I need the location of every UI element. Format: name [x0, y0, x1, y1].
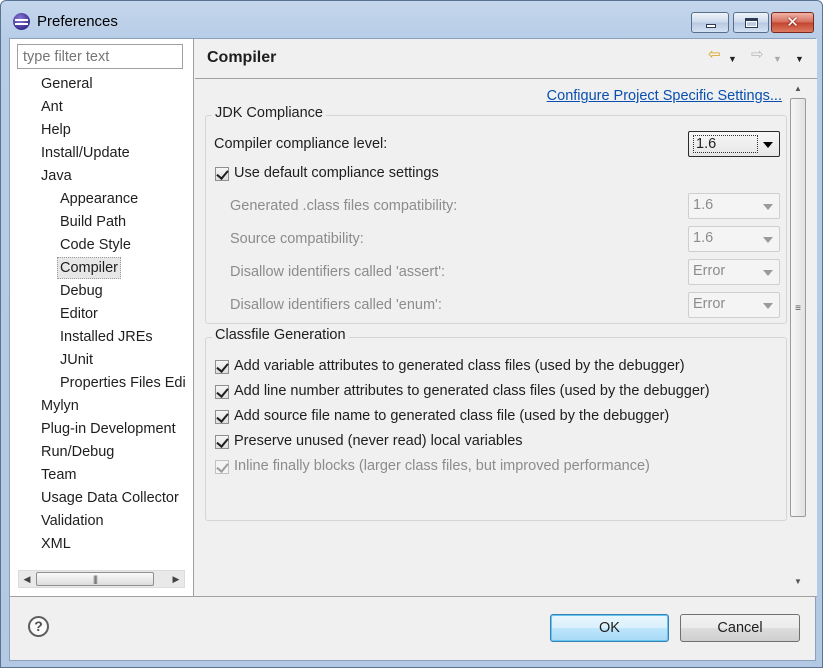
jdk-compliance-group: JDK Compliance Compiler compliance level…	[205, 105, 787, 324]
page-vertical-scrollbar[interactable]: ▲ ≡ ▼	[789, 82, 807, 589]
tree-item-appearance[interactable]: Appearance	[60, 188, 138, 210]
tree-item-mylyn[interactable]: Mylyn	[41, 395, 79, 417]
classfile-option-checkbox[interactable]	[215, 385, 229, 399]
chevron-down-icon	[763, 303, 773, 309]
maximize-icon	[745, 18, 758, 28]
enum-value: Error	[693, 296, 726, 312]
tree-item-java[interactable]: Java	[41, 165, 72, 187]
tree-item-install-update[interactable]: Install/Update	[41, 142, 130, 164]
header-divider	[195, 78, 817, 79]
close-icon: ✕	[786, 14, 799, 31]
classfile-option-checkbox[interactable]	[215, 410, 229, 424]
class-compat-label: Generated .class files compatibility:	[230, 198, 458, 214]
title-bar[interactable]: Preferences ✕	[1, 1, 822, 39]
assert-value: Error	[693, 263, 726, 279]
jdk-compliance-title: JDK Compliance	[212, 105, 326, 121]
scroll-thumb[interactable]: ≡	[790, 98, 806, 517]
forward-history-dropdown-icon[interactable]: ▼	[773, 51, 782, 67]
preference-page: Compiler ⇦ ▼ ⇨ ▼ ▼ Configure Project Spe…	[195, 39, 817, 596]
scroll-down-icon[interactable]: ▼	[789, 575, 807, 589]
enum-select[interactable]: Error	[688, 292, 780, 318]
page-content: Configure Project Specific Settings... J…	[205, 82, 788, 591]
back-arrow-icon[interactable]: ⇦	[708, 47, 721, 63]
view-menu-icon[interactable]: ▼	[795, 51, 804, 67]
scroll-left-icon[interactable]: ◀	[19, 571, 35, 587]
class-compat-select[interactable]: 1.6	[688, 193, 780, 219]
classfile-option-label: Add variable attributes to generated cla…	[234, 358, 685, 374]
source-compat-value: 1.6	[693, 230, 714, 246]
tree-item-code-style[interactable]: Code Style	[60, 234, 131, 256]
scroll-thumb[interactable]: |||	[36, 572, 154, 586]
tree-item-xml[interactable]: XML	[41, 533, 71, 555]
eclipse-icon	[13, 13, 30, 30]
compliance-level-select[interactable]: 1.6	[688, 131, 780, 157]
assert-select[interactable]: Error	[688, 259, 780, 285]
tree-item-plug-in-development[interactable]: Plug-in Development	[41, 418, 176, 440]
dialog-client: GeneralAntHelpInstall/UpdateJavaAppearan…	[9, 38, 817, 661]
tree-item-ant[interactable]: Ant	[41, 96, 63, 118]
classfile-option-label: Add source file name to generated class …	[234, 408, 670, 424]
classfile-generation-title: Classfile Generation	[212, 327, 349, 343]
minimize-icon	[706, 24, 716, 28]
enum-label: Disallow identifiers called 'enum':	[230, 297, 442, 313]
tree-item-properties-files-edi[interactable]: Properties Files Edi	[60, 372, 186, 394]
classfile-option-checkbox[interactable]	[215, 360, 229, 374]
tree-item-compiler[interactable]: Compiler	[57, 257, 122, 279]
tree-item-usage-data-collector[interactable]: Usage Data Collector	[41, 487, 179, 509]
filter-input[interactable]	[17, 44, 183, 69]
tree-item-general[interactable]: General	[41, 73, 93, 95]
button-bar-divider	[10, 596, 817, 597]
tree-item-team[interactable]: Team	[41, 464, 76, 486]
preference-tree: General Ant Help Install/Update Java Appearan…	[10, 73, 193, 570]
chevron-down-icon	[763, 237, 773, 243]
minimize-button[interactable]	[691, 12, 729, 33]
forward-arrow-icon[interactable]: ⇨	[751, 47, 764, 63]
chevron-down-icon	[763, 204, 773, 210]
classfile-option-checkbox[interactable]	[215, 435, 229, 449]
class-compat-value: 1.6	[693, 197, 714, 213]
source-compat-select[interactable]: 1.6	[688, 226, 780, 252]
preferences-window: Preferences ✕ GeneralAntHelpInstall/Upda…	[0, 0, 823, 668]
tree-horizontal-scrollbar[interactable]: ◀ ||| ▶	[18, 570, 185, 588]
help-icon[interactable]: ?	[28, 616, 49, 637]
cancel-button[interactable]: Cancel	[680, 614, 800, 642]
tree-item-editor[interactable]: Editor	[60, 303, 98, 325]
compliance-level-value: 1.6	[693, 135, 758, 153]
tree-item-junit[interactable]: JUnit	[60, 349, 93, 371]
scroll-up-icon[interactable]: ▲	[789, 82, 807, 96]
tree-item-run-debug[interactable]: Run/Debug	[41, 441, 114, 463]
ok-button[interactable]: OK	[550, 614, 669, 642]
tree-item-validation[interactable]: Validation	[41, 510, 104, 532]
chevron-down-icon	[763, 270, 773, 276]
preference-tree-pane: GeneralAntHelpInstall/UpdateJavaAppearan…	[10, 39, 194, 596]
chevron-down-icon	[763, 142, 773, 148]
configure-project-settings-link[interactable]: Configure Project Specific Settings...	[547, 88, 782, 104]
classfile-option-checkbox[interactable]	[215, 460, 229, 474]
classfile-option-label: Preserve unused (never read) local varia…	[234, 433, 523, 449]
use-default-compliance-label: Use default compliance settings	[234, 165, 439, 181]
use-default-compliance-checkbox[interactable]	[215, 167, 229, 181]
scroll-right-icon[interactable]: ▶	[168, 571, 184, 587]
maximize-button[interactable]	[733, 12, 769, 33]
classfile-option-label: Add line number attributes to generated …	[234, 383, 710, 399]
classfile-option-label: Inline finally blocks (larger class file…	[234, 458, 650, 474]
close-button[interactable]: ✕	[771, 12, 814, 33]
tree-item-debug[interactable]: Debug	[60, 280, 103, 302]
compliance-level-label: Compiler compliance level:	[214, 136, 388, 152]
assert-label: Disallow identifiers called 'assert':	[230, 264, 446, 280]
back-history-dropdown-icon[interactable]: ▼	[728, 51, 737, 67]
page-title: Compiler	[207, 49, 277, 66]
window-title: Preferences	[37, 13, 118, 30]
classfile-generation-group: Classfile Generation Add variable attrib…	[205, 327, 787, 521]
tree-item-help[interactable]: Help	[41, 119, 71, 141]
source-compat-label: Source compatibility:	[230, 231, 364, 247]
tree-item-installed-jres[interactable]: Installed JREs	[60, 326, 153, 348]
tree-item-build-path[interactable]: Build Path	[60, 211, 126, 233]
